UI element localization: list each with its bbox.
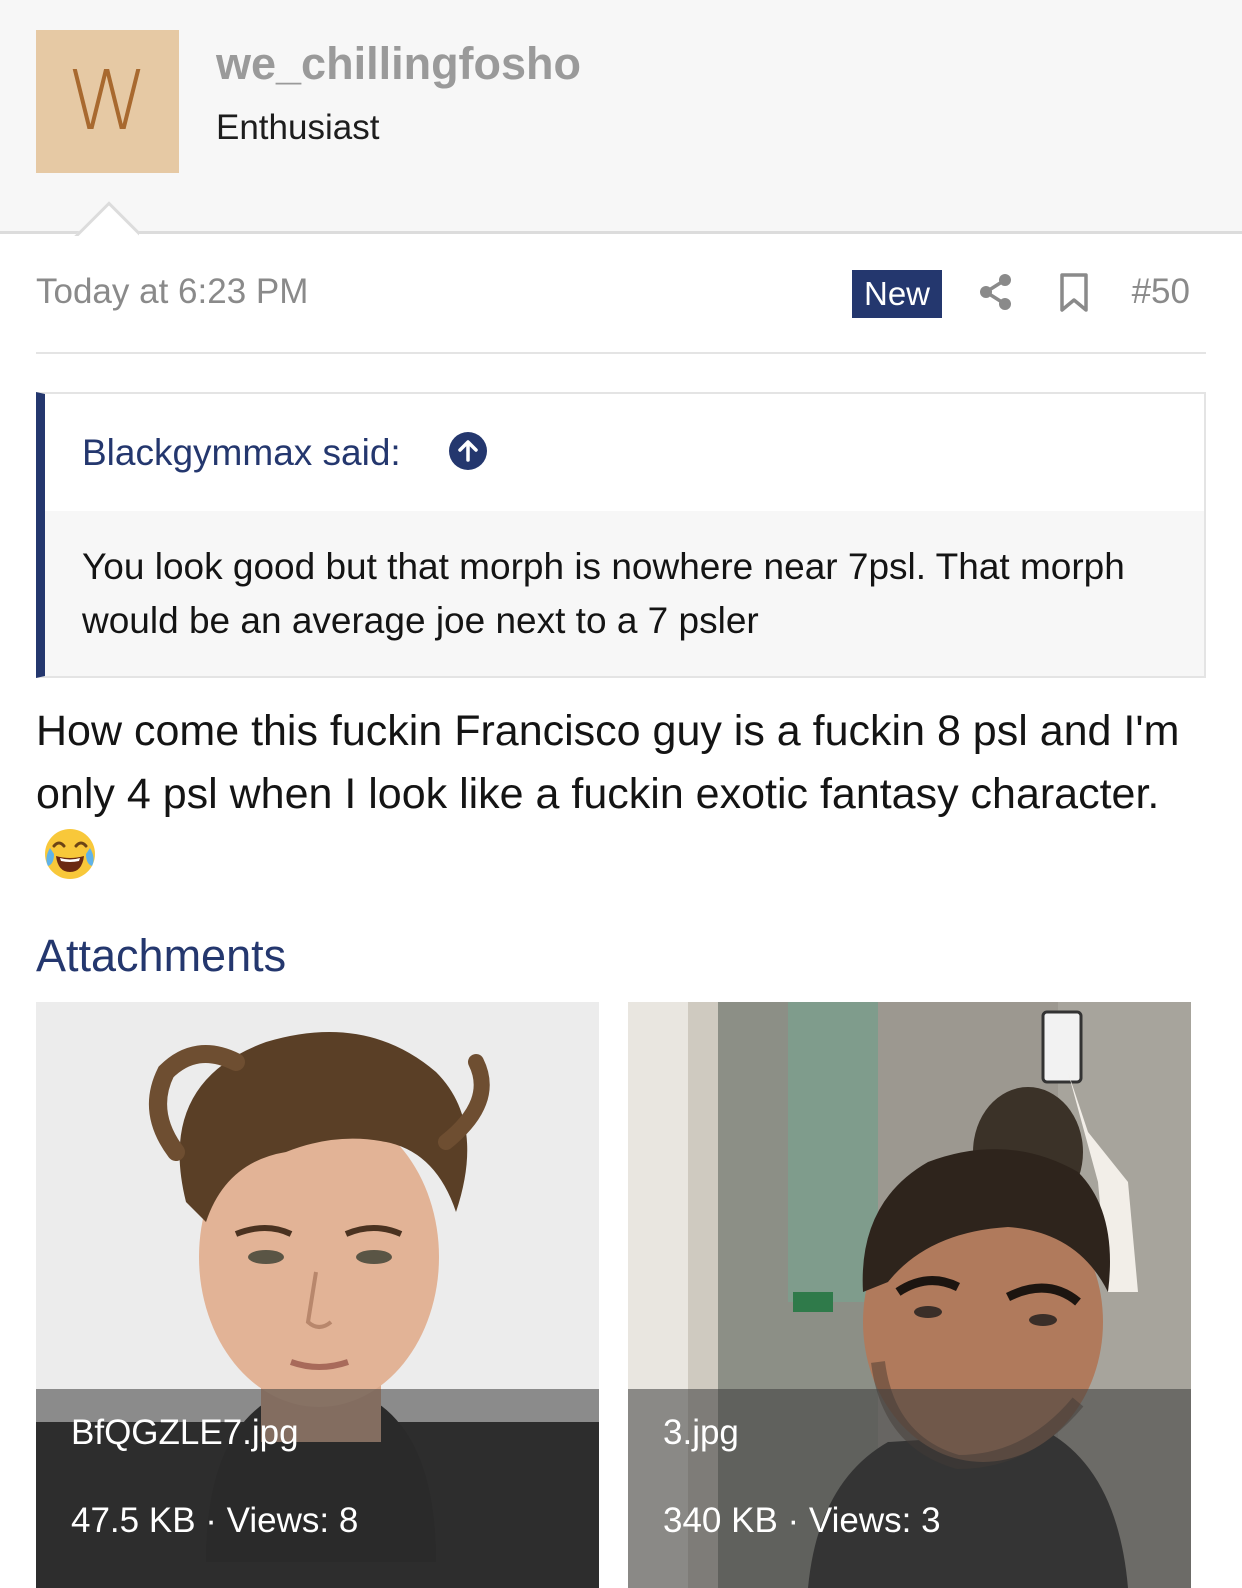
user-title: Enthusiast — [216, 108, 380, 147]
attachment-meta: 340 KB · Views: 3 — [663, 1501, 941, 1540]
post-date-link[interactable]: Today at 6:23 PM — [36, 272, 308, 312]
attachment-thumbnail[interactable]: 3.jpg 340 KB · Views: 3 — [628, 1002, 1191, 1588]
avatar[interactable]: W — [36, 30, 179, 173]
attachments-heading: Attachments — [36, 930, 287, 981]
post-text: How come this fuckin Francisco guy is a … — [36, 707, 1180, 818]
attachment-thumbnail[interactable]: BfQGZLE7.jpg 47.5 KB · Views: 8 — [36, 1002, 599, 1588]
user-header: W we_chillingfosho Enthusiast — [0, 0, 1242, 234]
header-pointer — [73, 200, 139, 236]
quote-text: You look good but that morph is nowhere … — [82, 546, 1125, 641]
post-meta-row: Today at 6:23 PM New #50 — [36, 262, 1206, 326]
new-badge: New — [852, 270, 942, 318]
attachment-filename[interactable]: BfQGZLE7.jpg — [71, 1413, 299, 1453]
quote-header: Blackgymmax said: — [45, 394, 1204, 511]
post-message: How come this fuckin Francisco guy is a … — [36, 700, 1206, 892]
arrow-up-circle-icon[interactable] — [449, 432, 487, 470]
attachment-filename[interactable]: 3.jpg — [663, 1413, 739, 1453]
avatar-letter: W — [66, 53, 149, 149]
quote-author[interactable]: Blackgymmax said: — [82, 432, 401, 474]
username-link[interactable]: we_chillingfosho — [216, 38, 581, 90]
meta-divider — [36, 352, 1206, 354]
attachment-caption: 3.jpg 340 KB · Views: 3 — [628, 1389, 1191, 1588]
face-with-tears-of-joy-icon — [42, 826, 98, 882]
share-icon[interactable] — [976, 272, 1016, 312]
bookmark-icon[interactable] — [1054, 272, 1094, 314]
quote-block: Blackgymmax said: You look good but that… — [36, 392, 1206, 678]
attachment-meta: 47.5 KB · Views: 8 — [71, 1501, 359, 1540]
post-number-link[interactable]: #50 — [1132, 272, 1190, 312]
attachment-caption: BfQGZLE7.jpg 47.5 KB · Views: 8 — [36, 1389, 599, 1588]
